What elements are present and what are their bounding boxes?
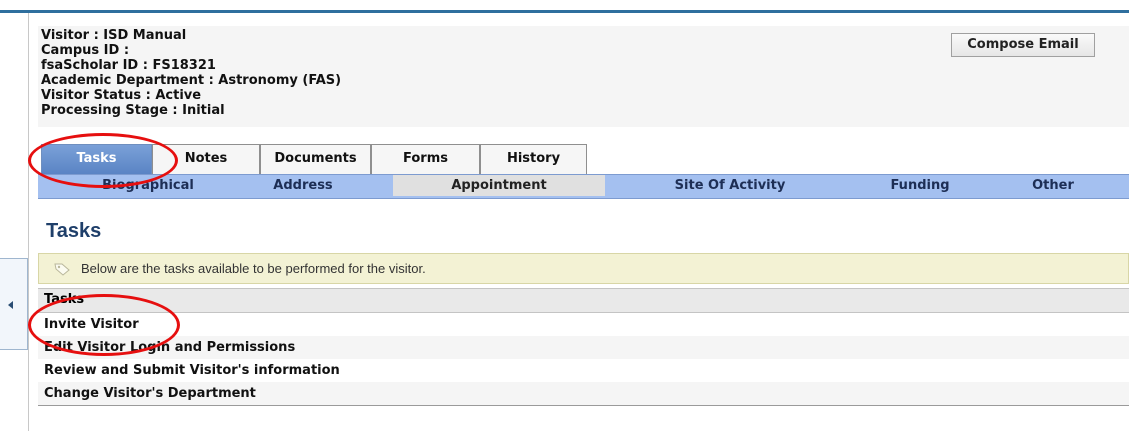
left-border [28, 13, 29, 431]
visitor-status: Visitor Status : Active [41, 88, 202, 103]
academic-department: Academic Department : Astronomy (FAS) [41, 73, 342, 88]
tab-history[interactable]: History [480, 144, 587, 174]
visitor-info: Visitor : ISD Manual Campus ID : fsaScho… [41, 28, 341, 118]
compose-email-button[interactable]: Compose Email [951, 33, 1095, 57]
tab-tasks[interactable]: Tasks [41, 144, 152, 174]
top-border [0, 10, 1129, 13]
nav-funding[interactable]: Funding [870, 175, 970, 196]
tag-icon [54, 263, 70, 276]
collapse-left-icon [8, 301, 13, 309]
task-review-submit-info[interactable]: Review and Submit Visitor's information [38, 359, 1129, 382]
nav-site-of-activity[interactable]: Site Of Activity [650, 175, 810, 196]
nav-other[interactable]: Other [1023, 175, 1083, 196]
visitor-header: Visitor : ISD Manual Campus ID : fsaScho… [38, 26, 1129, 127]
tab-notes[interactable]: Notes [152, 144, 260, 174]
table-bottom-border [38, 405, 1129, 406]
section-nav: Biographical Address Appointment Site Of… [38, 174, 1129, 199]
visitor-name: Visitor : ISD Manual [41, 28, 187, 43]
sidebar-collapse-handle[interactable] [0, 258, 28, 350]
nav-appointment[interactable]: Appointment [393, 175, 605, 196]
tab-forms[interactable]: Forms [371, 144, 480, 174]
task-edit-login-permissions[interactable]: Edit Visitor Login and Permissions [38, 336, 1129, 359]
tasks-table: Tasks Invite Visitor Edit Visitor Login … [38, 288, 1129, 406]
table-header: Tasks [38, 288, 1129, 313]
campus-id: Campus ID : [41, 43, 130, 58]
info-banner: Below are the tasks available to be perf… [38, 253, 1129, 284]
tab-documents[interactable]: Documents [260, 144, 371, 174]
page-title: Tasks [46, 220, 102, 242]
fsascholar-id: fsaScholar ID : FS18321 [41, 58, 216, 73]
task-change-department[interactable]: Change Visitor's Department [38, 382, 1129, 405]
processing-stage: Processing Stage : Initial [41, 103, 225, 118]
info-message: Below are the tasks available to be perf… [81, 261, 426, 276]
nav-address[interactable]: Address [253, 175, 353, 196]
task-invite-visitor[interactable]: Invite Visitor [38, 313, 1129, 336]
nav-biographical[interactable]: Biographical [88, 175, 208, 196]
